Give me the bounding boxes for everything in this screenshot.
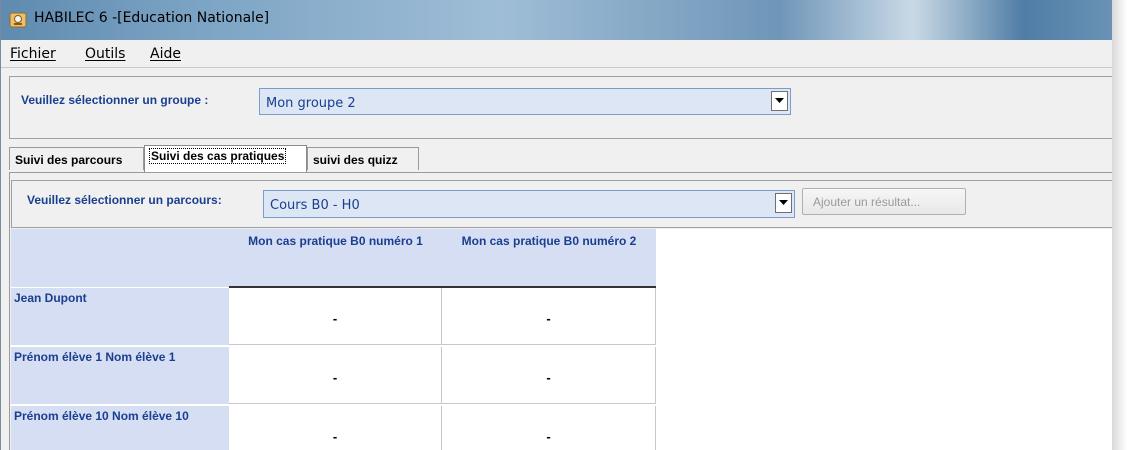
chevron-down-icon: [779, 200, 788, 205]
parcours-selector-label: Veuillez sélectionner un parcours:: [27, 193, 222, 207]
menu-fichier[interactable]: Fichier: [10, 46, 56, 62]
group-select-value: Mon groupe 2: [266, 96, 356, 111]
app-icon: [9, 12, 27, 28]
tab-suivi-cas-pratiques[interactable]: Suivi des cas pratiques: [144, 145, 307, 172]
grid-cell[interactable]: -: [442, 288, 656, 345]
grid-cell[interactable]: -: [442, 347, 656, 404]
tab-suivi-quizz[interactable]: suivi des quizz: [307, 147, 419, 170]
menu-bar: Fichier Outils Aide: [1, 40, 1112, 68]
group-selector-label: Veuillez sélectionner un groupe :: [21, 93, 209, 107]
title-bar[interactable]: HABILEC 6 -[Education Nationale]: [1, 0, 1112, 40]
tab-suivi-parcours[interactable]: Suivi des parcours: [9, 147, 144, 170]
row-header[interactable]: Jean Dupont: [11, 288, 229, 345]
tab-label: suivi des quizz: [313, 153, 398, 167]
chevron-down-icon: [775, 98, 784, 103]
main-window: HABILEC 6 -[Education Nationale] Fichier…: [0, 0, 1112, 450]
window-title: HABILEC 6 -[Education Nationale]: [34, 10, 270, 26]
tab-label: Suivi des cas pratiques: [148, 148, 287, 164]
group-select[interactable]: Mon groupe 2: [259, 88, 791, 115]
grid-cell[interactable]: -: [229, 406, 442, 450]
results-grid: Mon cas pratique B0 numéro 1 Mon cas pra…: [11, 229, 1112, 450]
grid-cell[interactable]: -: [442, 406, 656, 450]
column-header[interactable]: Mon cas pratique B0 numéro 1: [229, 229, 442, 287]
row-header[interactable]: Prénom élève 1 Nom élève 1: [11, 347, 229, 404]
group-selector-panel: Veuillez sélectionner un groupe : Mon gr…: [9, 76, 1112, 139]
parcours-selector-panel: Veuillez sélectionner un parcours: Cours…: [11, 180, 1112, 228]
parcours-select-dropdown-button[interactable]: [775, 193, 792, 213]
menu-outils[interactable]: Outils: [85, 46, 125, 62]
group-select-dropdown-button[interactable]: [771, 91, 788, 111]
menu-aide[interactable]: Aide: [150, 46, 181, 62]
column-header[interactable]: Mon cas pratique B0 numéro 2: [442, 229, 656, 287]
add-result-button[interactable]: Ajouter un résultat...: [802, 188, 966, 215]
grid-corner: [11, 229, 229, 287]
parcours-select-value: Cours B0 - H0: [270, 198, 360, 213]
grid-cell[interactable]: -: [229, 347, 442, 404]
grid-cell[interactable]: -: [229, 288, 442, 345]
window-shadow: [1112, 0, 1127, 450]
tab-label: Suivi des parcours: [15, 153, 123, 167]
row-header[interactable]: Prénom élève 10 Nom élève 10: [11, 406, 229, 450]
parcours-select[interactable]: Cours B0 - H0: [263, 190, 795, 218]
